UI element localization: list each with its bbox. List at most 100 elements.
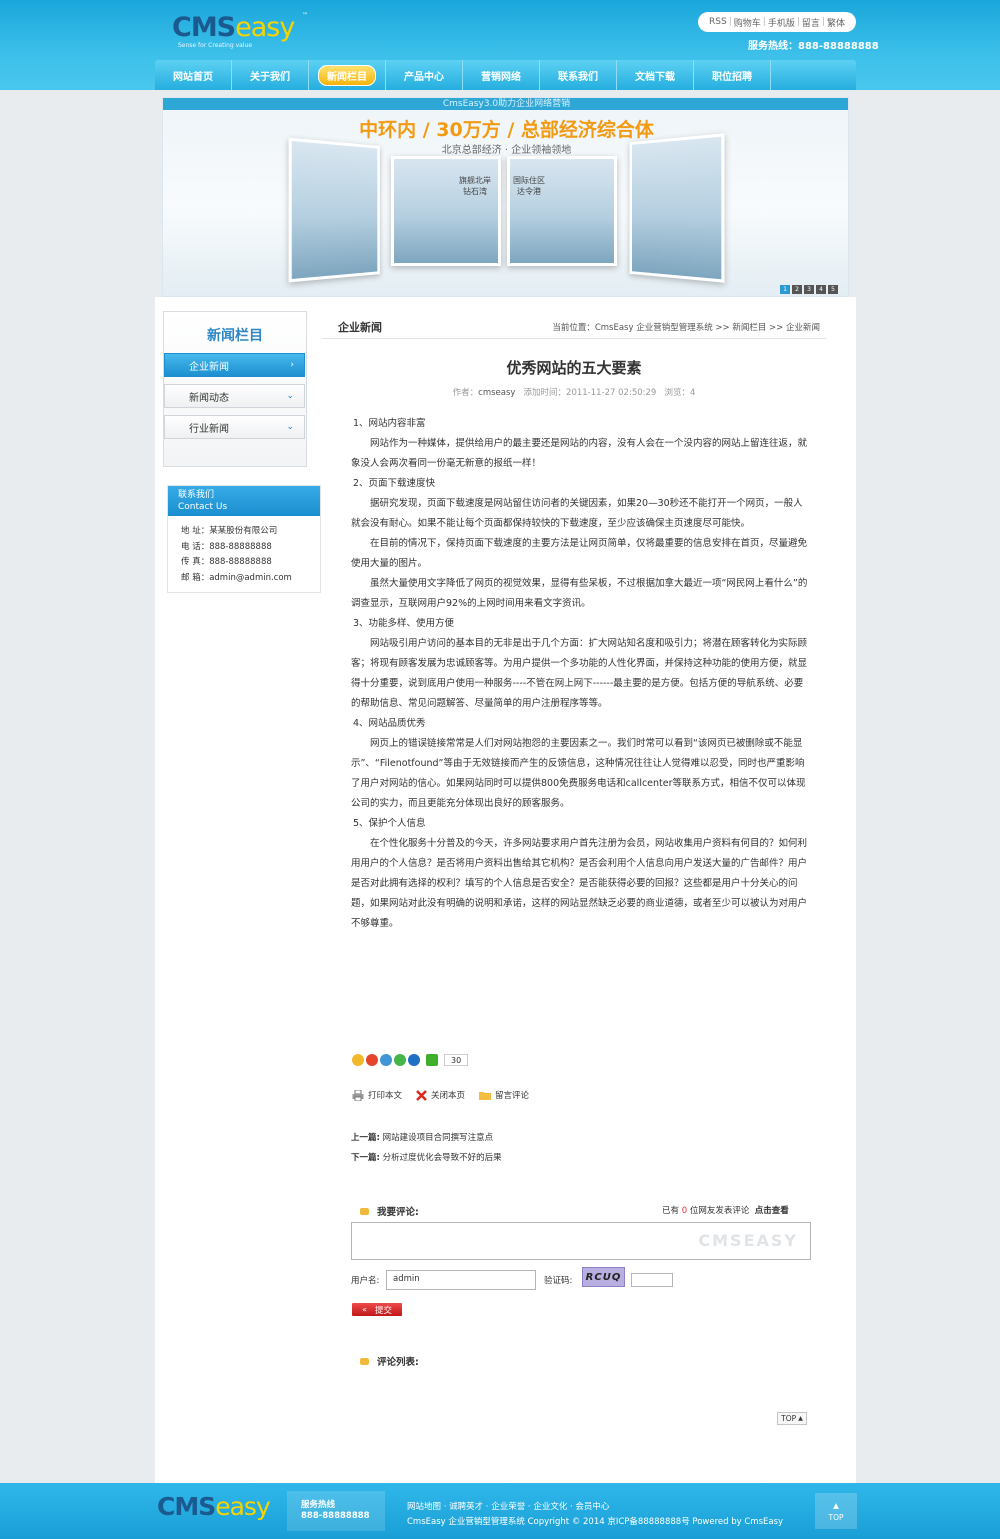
- contact-row: 传 真：888-88888888: [181, 557, 272, 567]
- banner-dot[interactable]: 3: [804, 285, 814, 294]
- nav-item[interactable]: 产品中心: [386, 60, 463, 90]
- nav-item-label: 文档下载: [635, 71, 675, 83]
- article-paragraph: 据研究发现，页面下载速度是网站留住访问者的关键因素，如果20—30秒还不能打开一…: [351, 498, 803, 529]
- comment-textarea[interactable]: CMSEASY: [351, 1222, 811, 1260]
- banner-dot[interactable]: 1: [780, 285, 790, 294]
- top-link[interactable]: RSS: [709, 17, 727, 27]
- banner-panel-3: [507, 156, 617, 266]
- stat-prefix: 已有: [662, 1206, 680, 1216]
- footer-logo-main: CMS: [157, 1492, 216, 1521]
- article-body: 1、网站内容非富 网站作为一种媒体，提供给用户的最主要还是网站的内容，没有人会在一…: [351, 414, 808, 934]
- comment-count: 0: [681, 1206, 688, 1216]
- double-chevron-icon: «: [362, 1305, 367, 1314]
- article-paragraph: 虽然大量使用文字降低了网页的视觉效果，显得有些呆板，不过根据加拿大最近一项“网民…: [351, 578, 808, 609]
- sidebar-item-label: 新闻动态: [189, 392, 229, 404]
- nav-item[interactable]: 文档下载: [617, 60, 694, 90]
- sidebar-item-label: 企业新闻: [189, 361, 229, 373]
- footer-top-label: TOP: [828, 1513, 844, 1522]
- top-link[interactable]: 手机版: [768, 16, 795, 29]
- top-link[interactable]: 留言: [802, 16, 820, 29]
- folder-icon: [479, 1092, 492, 1100]
- qq-icon[interactable]: [380, 1054, 392, 1066]
- textarea-watermark: CMSEASY: [698, 1231, 798, 1250]
- nav-item-label: 职位招聘: [712, 71, 752, 83]
- author-name: cmseasy: [478, 388, 516, 398]
- banner-panel-2: [391, 156, 501, 266]
- nav-item[interactable]: 网站首页: [155, 60, 232, 90]
- hero-banner[interactable]: CmsEasy3.0助力企业网络营销 中环内 / 30万方 / 总部经济综合体 …: [162, 97, 849, 297]
- footer-logo[interactable]: CMSeasy: [157, 1492, 271, 1521]
- nav-item[interactable]: 新闻栏目: [309, 60, 386, 90]
- footer-logo-sub: easy: [215, 1492, 271, 1521]
- nav-item[interactable]: 关于我们: [232, 60, 309, 90]
- close-page-button[interactable]: 关闭本页: [416, 1089, 465, 1101]
- footer-hotline-title: 服务热线: [301, 1500, 336, 1510]
- nav-item[interactable]: 职位招聘: [694, 60, 771, 90]
- banner-pager: 12345: [780, 285, 838, 294]
- logo-sub-text: easy: [235, 12, 295, 43]
- top-label: TOP: [781, 1414, 797, 1423]
- site-logo[interactable]: CMSeasy ™ Sense for Creating value: [172, 12, 312, 49]
- top-link-separator: |: [728, 17, 732, 27]
- captcha-image[interactable]: RCUQ: [582, 1267, 625, 1287]
- breadcrumb[interactable]: 当前位置：CmsEasy 企业营销型管理系统 >> 新闻栏目 >> 企业新闻: [552, 321, 820, 333]
- top-link-separator: |: [796, 17, 800, 27]
- view-comments-link[interactable]: 点击查看: [755, 1206, 789, 1216]
- top-link-separator: |: [821, 17, 825, 27]
- prev-article[interactable]: 上一篇: 网站建设项目合同撰写注意点: [351, 1128, 502, 1148]
- username-input[interactable]: admin: [386, 1270, 536, 1290]
- publish-time: 2011-11-27 02:50:29: [566, 388, 657, 398]
- contact-rows: 地 址：某某股份有限公司电 话：888-88888888 传 真：888-8888…: [168, 516, 320, 586]
- article-subheading: 4、网站品质优秀: [353, 718, 426, 729]
- logo-trademark: ™: [302, 12, 308, 19]
- sidebar-item[interactable]: 行业新闻 ⌄: [164, 415, 305, 439]
- qzone-icon[interactable]: [352, 1054, 364, 1066]
- footer-copyright: CmsEasy 企业营销型管理系统 Copyright © 2014 京ICP备…: [407, 1517, 784, 1527]
- top-link[interactable]: 繁体: [827, 16, 845, 29]
- next-article[interactable]: 下一篇: 分析过度优化会导致不好的后果: [351, 1148, 502, 1168]
- banner-dot[interactable]: 4: [816, 285, 826, 294]
- view-count: 4: [689, 388, 696, 398]
- footer-nav-links[interactable]: 网站地图 · 诚聘英才 · 企业荣誉 · 企业文化 · 会员中心: [407, 1500, 783, 1515]
- nav-item[interactable]: 联系我们: [540, 60, 617, 90]
- banner-label-b: 国际住区 达令港: [513, 176, 545, 196]
- captcha-label: 验证码:: [544, 1276, 573, 1286]
- nav-item-label: 网站首页: [173, 71, 213, 83]
- chevron-down-icon: ⌄: [286, 422, 294, 432]
- submit-button[interactable]: « 提交: [352, 1303, 402, 1316]
- contact-row: 地 址：某某股份有限公司: [181, 526, 278, 536]
- prev-title[interactable]: 网站建设项目合同撰写注意点: [383, 1133, 494, 1143]
- printer-icon: [352, 1089, 364, 1101]
- print-button[interactable]: 打印本文: [352, 1089, 402, 1101]
- top-links-bar: RSS | 购物车 | 手机版 | 留言 | 繁体: [698, 12, 856, 32]
- article-meta: 作者：cmseasy 添加时间：2011-11-27 02:50:29 浏览：4: [322, 386, 826, 398]
- top-link-separator: |: [762, 17, 766, 27]
- article-paragraph: 网站吸引用户访问的基本目的无非是出于几个方面：扩大网站知名度和吸引力；将潜在顾客…: [351, 638, 808, 709]
- renren-icon[interactable]: [408, 1054, 420, 1066]
- back-to-top-button[interactable]: TOP ▲: [777, 1412, 807, 1425]
- article-subheading: 2、页面下载速度快: [353, 478, 436, 489]
- stat-suffix: 位网友发表评论: [689, 1206, 750, 1216]
- banner-dot[interactable]: 2: [792, 285, 802, 294]
- sidebar-item[interactable]: 新闻动态 ⌄: [164, 384, 305, 408]
- next-label: 下一篇:: [351, 1153, 380, 1163]
- site-header: CMSeasy ™ Sense for Creating value RSS | 购…: [0, 0, 1000, 90]
- breadcrumb-bar: 企业新闻 当前位置：CmsEasy 企业营销型管理系统 >> 新闻栏目 >> 企…: [322, 312, 826, 339]
- close-icon: [416, 1089, 427, 1101]
- footer-top-button[interactable]: ▲ TOP: [815, 1493, 857, 1529]
- more-share-icon[interactable]: [426, 1054, 438, 1066]
- next-title[interactable]: 分析过度优化会导致不好的后果: [383, 1153, 502, 1163]
- banner-subline: 北京总部经济 · 企业领袖领地: [441, 145, 572, 156]
- wechat-icon[interactable]: [394, 1054, 406, 1066]
- top-link[interactable]: 购物车: [734, 16, 761, 29]
- username-label: 用户名:: [351, 1276, 380, 1286]
- comment-link[interactable]: 留言评论: [479, 1089, 529, 1101]
- weibo-icon[interactable]: [366, 1054, 378, 1066]
- prev-label: 上一篇:: [351, 1133, 380, 1143]
- captcha-input[interactable]: [631, 1273, 673, 1287]
- nav-item[interactable]: 营销网络: [463, 60, 540, 90]
- sidebar-item[interactable]: 企业新闻 ›: [164, 353, 305, 377]
- comment-list-heading-text: 评论列表:: [377, 1357, 419, 1368]
- chevron-down-icon: ⌄: [286, 391, 294, 401]
- banner-dot[interactable]: 5: [828, 285, 838, 294]
